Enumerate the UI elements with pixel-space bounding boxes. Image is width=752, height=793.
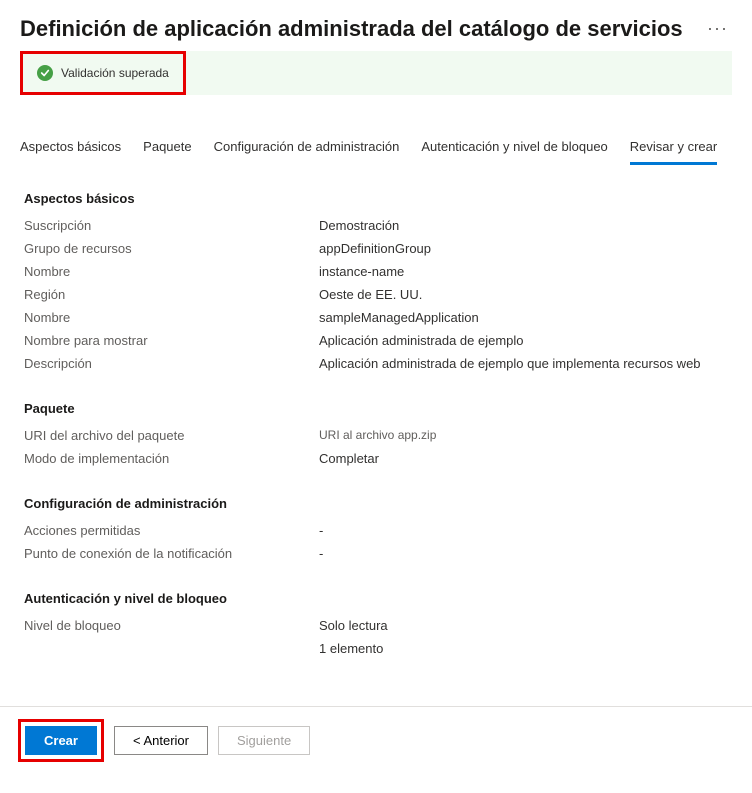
row-resource-group: Grupo de recursos appDefinitionGroup xyxy=(24,241,728,256)
value: Aplicación administrada de ejemplo xyxy=(319,333,728,348)
tab-auth-lock[interactable]: Autenticación y nivel de bloqueo xyxy=(421,133,607,165)
tab-review-create[interactable]: Revisar y crear xyxy=(630,133,717,165)
label: Grupo de recursos xyxy=(24,241,319,256)
value: Oeste de EE. UU. xyxy=(319,287,728,302)
section-title-package: Paquete xyxy=(24,401,728,416)
footer: Crear < Anterior Siguiente xyxy=(0,706,752,774)
label: Nombre xyxy=(24,264,319,279)
label: Región xyxy=(24,287,319,302)
value: URI al archivo app.zip xyxy=(319,428,728,442)
tab-basics[interactable]: Aspectos básicos xyxy=(20,133,121,165)
label: Modo de implementación xyxy=(24,451,319,466)
value: appDefinitionGroup xyxy=(319,241,728,256)
value: - xyxy=(319,546,728,561)
value: Aplicación administrada de ejemplo que i… xyxy=(319,356,728,371)
value: - xyxy=(319,523,728,538)
row-allowed-actions: Acciones permitidas - xyxy=(24,523,728,538)
section-auth: Autenticación y nivel de bloqueo Nivel d… xyxy=(24,591,728,656)
row-description: Descripción Aplicación administrada de e… xyxy=(24,356,728,371)
row-notification-endpoint: Punto de conexión de la notificación - xyxy=(24,546,728,561)
validation-banner: Validación superada xyxy=(23,54,183,92)
row-region: Región Oeste de EE. UU. xyxy=(24,287,728,302)
row-name2: Nombre sampleManagedApplication xyxy=(24,310,728,325)
value: Demostración xyxy=(319,218,728,233)
section-title-basics: Aspectos básicos xyxy=(24,191,728,206)
create-button[interactable]: Crear xyxy=(25,726,97,755)
validation-highlight: Validación superada xyxy=(20,51,186,95)
previous-button[interactable]: < Anterior xyxy=(114,726,208,755)
tabs: Aspectos básicos Paquete Configuración d… xyxy=(0,133,752,165)
row-subscription: Suscripción Demostración xyxy=(24,218,728,233)
tab-admin-config[interactable]: Configuración de administración xyxy=(214,133,400,165)
label: Descripción xyxy=(24,356,319,371)
row-name: Nombre instance-name xyxy=(24,264,728,279)
section-admin: Configuración de administración Acciones… xyxy=(24,496,728,561)
section-package: Paquete URI del archivo del paquete URI … xyxy=(24,401,728,466)
row-element-count: 1 elemento xyxy=(24,641,728,656)
value: 1 elemento xyxy=(319,641,728,656)
value: Solo lectura xyxy=(319,618,728,633)
label: Nombre para mostrar xyxy=(24,333,319,348)
label: URI del archivo del paquete xyxy=(24,428,319,443)
row-deploy-mode: Modo de implementación Completar xyxy=(24,451,728,466)
label: Nombre xyxy=(24,310,319,325)
row-lock-level: Nivel de bloqueo Solo lectura xyxy=(24,618,728,633)
value: instance-name xyxy=(319,264,728,279)
tab-package[interactable]: Paquete xyxy=(143,133,191,165)
label: Nivel de bloqueo xyxy=(24,618,319,633)
label: Punto de conexión de la notificación xyxy=(24,546,319,561)
create-highlight: Crear xyxy=(18,719,104,762)
page-title: Definición de aplicación administrada de… xyxy=(20,16,683,42)
validation-text: Validación superada xyxy=(61,66,169,80)
check-circle-icon xyxy=(37,65,53,81)
row-display-name: Nombre para mostrar Aplicación administr… xyxy=(24,333,728,348)
section-title-auth: Autenticación y nivel de bloqueo xyxy=(24,591,728,606)
next-button: Siguiente xyxy=(218,726,310,755)
label: Acciones permitidas xyxy=(24,523,319,538)
section-title-admin: Configuración de administración xyxy=(24,496,728,511)
label: Suscripción xyxy=(24,218,319,233)
value: sampleManagedApplication xyxy=(319,310,728,325)
more-icon[interactable]: ··· xyxy=(703,14,732,43)
section-basics: Aspectos básicos Suscripción Demostració… xyxy=(24,191,728,371)
row-package-uri: URI del archivo del paquete URI al archi… xyxy=(24,428,728,443)
value: Completar xyxy=(319,451,728,466)
